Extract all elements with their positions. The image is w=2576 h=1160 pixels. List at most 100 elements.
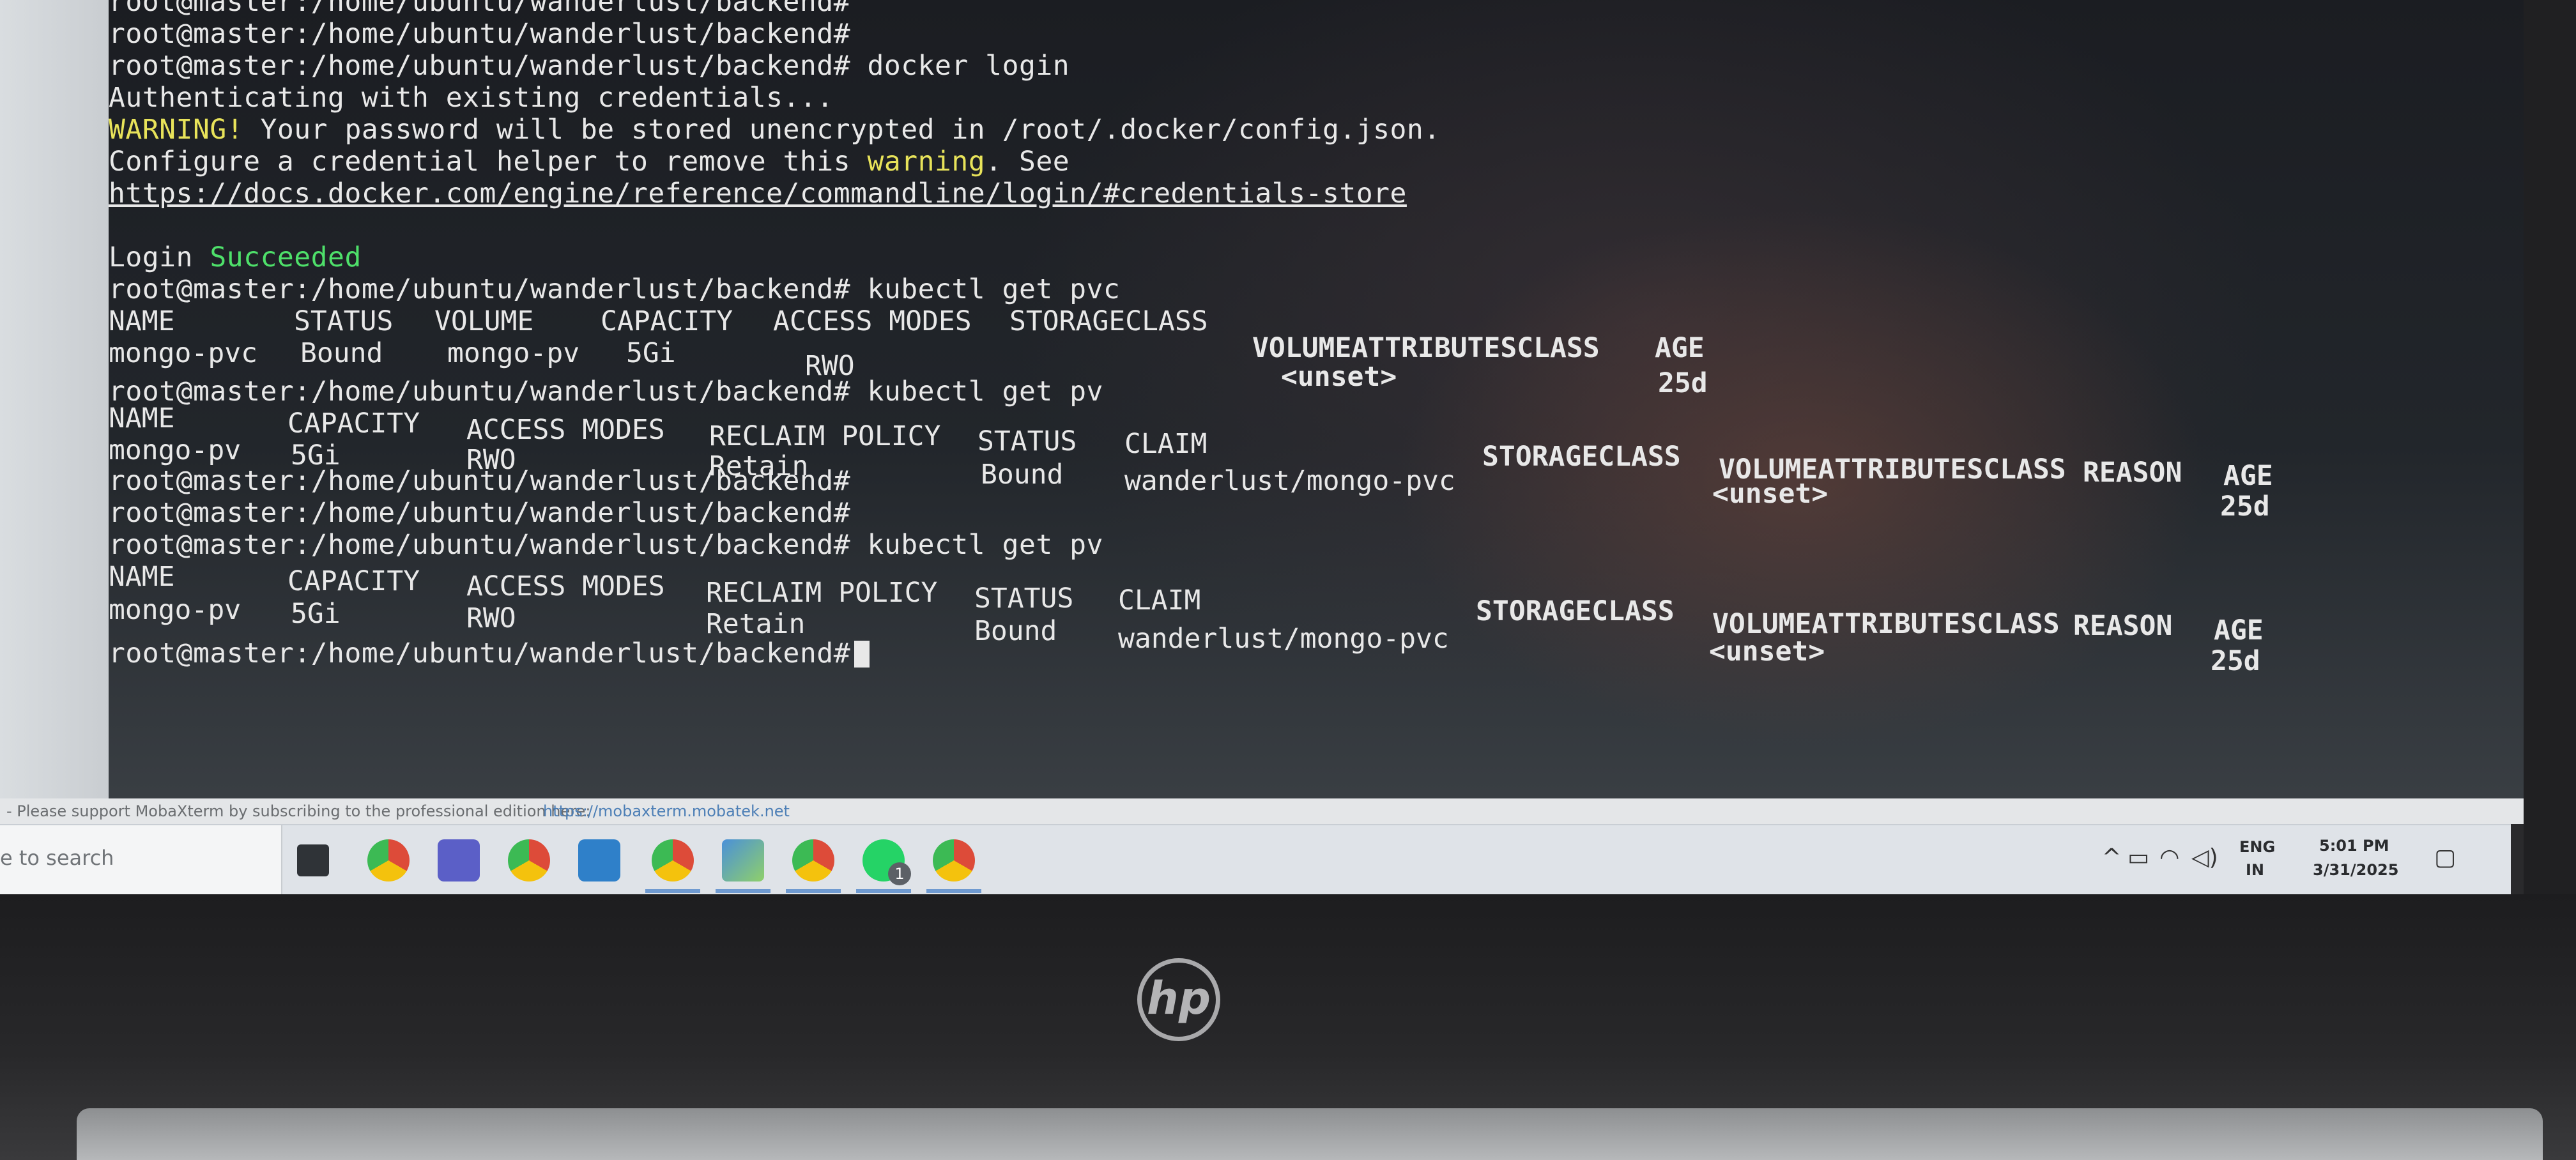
table-cell: 25d <box>1658 367 1708 399</box>
vscode-icon[interactable] <box>578 839 620 881</box>
language-indicator[interactable]: ENG <box>2239 838 2275 856</box>
chevron-up-icon[interactable]: ^ <box>2102 844 2121 871</box>
terminal-line: root@master:/home/ubuntu/wanderlust/back… <box>109 273 1121 305</box>
teams-icon[interactable] <box>438 839 480 881</box>
table-header: ACCESS MODES <box>466 570 665 602</box>
table-header: VOLUME <box>434 305 534 337</box>
active-indicator <box>716 889 770 893</box>
table-cell: mongo-pv <box>109 594 241 626</box>
chrome-profile-icon[interactable] <box>792 839 834 881</box>
table-header: STATUS <box>977 425 1077 457</box>
table-cell: 25d <box>2220 491 2270 523</box>
table-header: STATUS <box>294 305 394 337</box>
windows-taskbar: e to search 1 ^ ▭ ◠ ◁) ENG IN 5:01 PM 3/… <box>0 824 2511 896</box>
table-cell: Retain <box>706 608 806 640</box>
table-cell: Bound <box>981 459 1064 491</box>
hp-logo: hp <box>1137 958 1220 1041</box>
active-indicator <box>786 889 841 893</box>
docs-link[interactable]: https://docs.docker.com/engine/reference… <box>109 178 1407 210</box>
active-indicator <box>645 889 700 893</box>
warning-label: WARNING! <box>109 114 244 146</box>
table-header: RECLAIM POLICY <box>706 577 938 609</box>
table-header: AGE <box>1655 332 1705 364</box>
whatsapp-icon[interactable]: 1 <box>862 839 911 885</box>
terminal-output: root@master:/home/ubuntu/wanderlust/back… <box>109 0 2524 808</box>
table-cell: 5Gi <box>291 598 341 630</box>
table-header: CAPACITY <box>288 408 420 439</box>
line-text: . See <box>985 146 1070 178</box>
active-indicator <box>856 889 911 893</box>
terminal-line: Authenticating with existing credentials… <box>109 82 834 114</box>
table-cell: 25d <box>2211 645 2260 677</box>
table-header: ACCESS MODES <box>773 305 972 337</box>
chrome-icon[interactable] <box>508 839 550 881</box>
table-cell: 5Gi <box>626 337 676 369</box>
chrome-profile-icon[interactable] <box>652 839 694 881</box>
table-header: NAME <box>109 561 175 593</box>
mobaxterm-support-banner: - Please support MobaXterm by subscribin… <box>0 798 2524 824</box>
table-header: AGE <box>2223 460 2273 492</box>
table-header: REASON <box>2083 457 2182 489</box>
terminal-line: Configure a credential helper to remove … <box>109 146 1070 178</box>
table-header: REASON <box>2073 610 2173 642</box>
table-header: CAPACITY <box>601 305 733 337</box>
table-header: ACCESS MODES <box>466 414 665 446</box>
terminal-cursor <box>854 641 870 668</box>
taskbar-search-box[interactable]: e to search <box>0 825 282 896</box>
table-header: VOLUMEATTRIBUTESCLASS <box>1252 332 1600 364</box>
terminal-warning-line: WARNING! Your password will be stored un… <box>109 114 1441 146</box>
table-header: CLAIM <box>1118 584 1201 616</box>
line-text: Configure a credential helper to remove … <box>109 146 868 178</box>
table-cell: Bound <box>974 615 1057 647</box>
terminal-line: root@master:/home/ubuntu/wanderlust/back… <box>109 376 1103 408</box>
task-view-icon[interactable] <box>297 844 329 876</box>
table-cell: wanderlust/mongo-pvc <box>1124 465 1455 497</box>
table-header: STORAGECLASS <box>1482 441 1681 473</box>
table-cell: <unset> <box>1281 361 1397 393</box>
table-cell: wanderlust/mongo-pvc <box>1118 623 1449 655</box>
warning-word: warning <box>867 146 986 178</box>
clock-date[interactable]: 3/31/2025 <box>2313 861 2398 879</box>
login-result-line: Login Succeeded <box>109 241 362 273</box>
active-indicator <box>926 889 981 893</box>
search-placeholder: e to search <box>0 846 114 870</box>
table-cell: mongo-pv <box>109 434 241 466</box>
table-cell: RWO <box>466 602 516 634</box>
left-window-edge <box>0 0 109 798</box>
table-cell: <unset> <box>1712 478 1828 510</box>
terminal-line: root@master:/home/ubuntu/wanderlust/back… <box>109 529 1103 561</box>
table-header: STORAGECLASS <box>1476 595 1675 627</box>
chrome-icon[interactable] <box>367 839 410 881</box>
banner-link[interactable]: https://mobaxterm.mobatek.net <box>543 798 790 824</box>
volume-icon[interactable]: ◁) <box>2191 844 2218 871</box>
terminal-line: root@master:/home/ubuntu/wanderlust/back… <box>109 465 851 497</box>
chrome-icon[interactable] <box>933 839 975 881</box>
region-indicator[interactable]: IN <box>2246 861 2264 879</box>
table-cell: <unset> <box>1709 636 1825 668</box>
table-header: STORAGECLASS <box>1009 305 1208 337</box>
login-label: Login <box>109 241 210 273</box>
notification-badge: 1 <box>888 862 911 885</box>
table-header: NAME <box>109 402 175 434</box>
table-cell: mongo-pv <box>447 337 580 369</box>
table-header: NAME <box>109 305 175 337</box>
table-header: AGE <box>2214 614 2264 646</box>
clock-time[interactable]: 5:01 PM <box>2319 837 2389 855</box>
terminal-line: root@master:/home/ubuntu/wanderlust/back… <box>109 18 851 50</box>
battery-icon[interactable]: ▭ <box>2128 844 2149 871</box>
terminal-prompt-line[interactable]: root@master:/home/ubuntu/wanderlust/back… <box>109 637 870 669</box>
system-tray: ^ ▭ ◠ ◁) ENG IN 5:01 PM 3/31/2025 ▢ <box>2102 825 2485 896</box>
terminal-line: root@master:/home/ubuntu/wanderlust/back… <box>109 0 851 18</box>
keyboard-edge <box>77 1108 2543 1160</box>
table-header: RECLAIM POLICY <box>709 420 941 452</box>
photos-icon[interactable] <box>722 839 764 881</box>
table-cell: mongo-pvc <box>109 337 257 369</box>
terminal-window[interactable]: root@master:/home/ubuntu/wanderlust/back… <box>109 0 2524 808</box>
terminal-line: root@master:/home/ubuntu/wanderlust/back… <box>109 50 1070 82</box>
notifications-icon[interactable]: ▢ <box>2434 844 2456 871</box>
table-header: STATUS <box>974 583 1074 614</box>
wifi-icon[interactable]: ◠ <box>2159 844 2179 871</box>
succeeded-text: Succeeded <box>210 241 362 273</box>
warning-text: Your password will be stored unencrypted… <box>243 114 1441 146</box>
table-cell: Bound <box>300 337 383 369</box>
